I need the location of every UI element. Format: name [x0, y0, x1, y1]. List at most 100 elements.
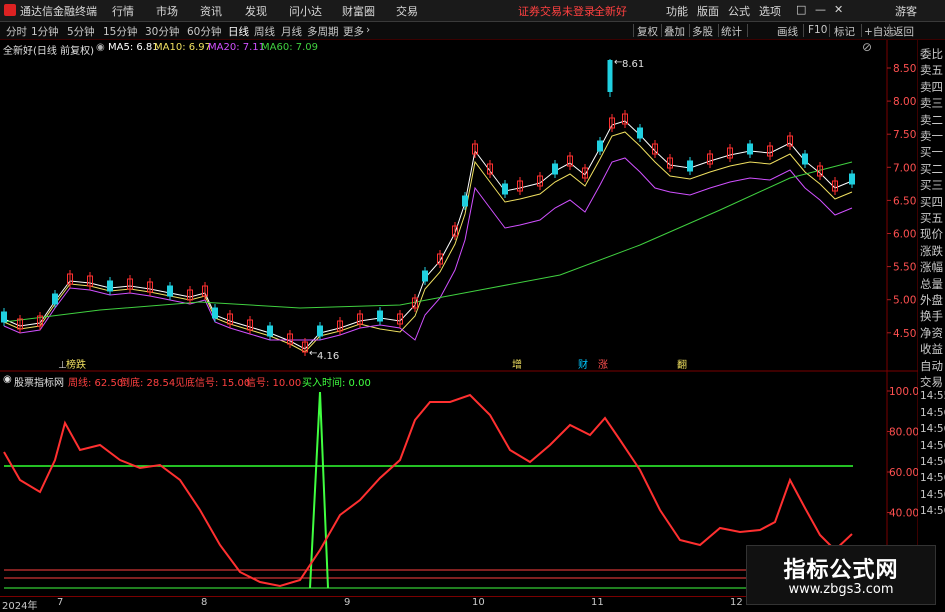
settings-icon[interactable]: ◉ [96, 42, 105, 53]
period-tab-weekly[interactable]: 周线 [254, 24, 275, 39]
ma60-label: MA60: 7.09 [261, 42, 319, 53]
indicator-buy-time: 买入时间: 0.00 [302, 378, 371, 389]
marker-finance[interactable]: 财 [578, 358, 588, 371]
right-col-item[interactable]: 14:56 [920, 489, 945, 501]
date-month-9: 9 [344, 597, 351, 608]
menu-options[interactable]: 选项 [759, 3, 781, 19]
price-axis-label: 7.50 [893, 129, 916, 141]
indicator-buy-spike [309, 391, 329, 589]
btn-overlay[interactable]: 叠加 [664, 24, 685, 39]
candle-body [462, 195, 468, 207]
indicator-signal: 信号: 10.00 [246, 378, 302, 389]
marker-rise[interactable]: 涨 [598, 359, 608, 371]
marker-increase[interactable]: 增 [512, 358, 522, 371]
right-col-item[interactable]: 买五 [920, 210, 943, 226]
right-col-item[interactable]: 14:56 [920, 505, 945, 517]
kline-chart[interactable]: 8.50 8.00 7.50 7.00 6.50 6.00 5.50 5.00 4.50 100… [0, 40, 918, 596]
right-col-item[interactable]: 14:56 [920, 407, 945, 419]
right-col-item[interactable]: 现价 [920, 226, 943, 242]
right-col-item[interactable]: 收益 [920, 341, 943, 357]
price-axis-label: 8.50 [893, 63, 916, 75]
toolbar-divider [803, 24, 804, 37]
candle-body [1, 311, 7, 323]
guest-label[interactable]: 游客 [895, 3, 917, 19]
menu-item-market[interactable]: 市场 [156, 3, 178, 19]
right-col-item[interactable]: 14:56 [920, 472, 945, 484]
right-col-item[interactable]: 涨幅 [920, 259, 943, 275]
btn-adjust[interactable]: 复权 [637, 24, 658, 39]
btn-back[interactable]: 返回 [893, 24, 914, 39]
login-status[interactable]: 证券交易未登录 [518, 3, 595, 19]
period-tab-multi[interactable]: 多周期 [307, 24, 339, 39]
right-col-item[interactable]: 涨跌 [920, 243, 943, 259]
period-tab-30min[interactable]: 30分钟 [145, 24, 179, 39]
indicator-settings-icon[interactable]: ◉ [3, 374, 12, 385]
right-col-item[interactable]: 14:56 [920, 440, 945, 452]
right-col-item[interactable]: 买三 [920, 177, 943, 193]
collapse-icon[interactable]: ⊘ [862, 40, 872, 54]
candle-body [267, 325, 273, 337]
period-tab-60min[interactable]: 60分钟 [187, 24, 221, 39]
marker-flip[interactable]: 翻 [677, 359, 687, 371]
menu-item-quotes[interactable]: 行情 [112, 3, 134, 19]
candle-body [317, 325, 323, 337]
menu-item-wealth[interactable]: 财富圈 [342, 3, 375, 19]
menu-layout[interactable]: 版面 [697, 3, 719, 19]
price-panel-title: 全新好(日线 前复权) [3, 46, 94, 57]
indicator-bottom-signal: 见底信号: 15.00 [175, 378, 251, 389]
minimize-icon[interactable]: — [815, 3, 826, 16]
restore-icon[interactable]: □ [796, 3, 806, 16]
right-col-item[interactable]: 换手 [920, 308, 943, 324]
marker-rank-drop[interactable]: 榜跌 [66, 358, 86, 371]
chevron-right-icon[interactable]: › [366, 24, 370, 36]
price-axis-label: 6.00 [893, 229, 916, 241]
ma5-label: MA5: 6.81 [108, 42, 159, 53]
right-col-item[interactable]: 买四 [920, 194, 943, 210]
period-tab-timeshare[interactable]: 分时 [6, 24, 27, 39]
btn-f10[interactable]: F10 [808, 24, 827, 36]
right-col-item[interactable]: 卖四 [920, 79, 943, 95]
right-col-item[interactable]: 卖五 [920, 62, 943, 78]
period-tab-daily[interactable]: 日线 [228, 24, 249, 39]
right-col-item[interactable]: 外盘 [920, 292, 943, 308]
watermark-url: www.zbgs3.com [788, 582, 894, 597]
ma5-line [3, 120, 853, 350]
menu-function[interactable]: 功能 [666, 3, 688, 19]
right-col-item[interactable]: 14:56 [920, 456, 945, 468]
period-tab-15min[interactable]: 15分钟 [103, 24, 137, 39]
btn-draw[interactable]: 画线 [777, 24, 798, 39]
right-col-item[interactable]: 总量 [920, 276, 943, 292]
right-col-item[interactable]: 14:55 [920, 390, 945, 402]
btn-stats[interactable]: 统计 [721, 24, 742, 39]
right-col-item[interactable]: 卖一 [920, 128, 943, 144]
right-col-item[interactable]: 交易 [920, 374, 943, 390]
period-tab-monthly[interactable]: 月线 [281, 24, 302, 39]
period-tab-1min[interactable]: 1分钟 [31, 24, 59, 39]
low-price-label: 4.16 [317, 351, 339, 362]
right-col-item[interactable]: 卖三 [920, 95, 943, 111]
right-col-item[interactable]: 净资 [920, 325, 943, 341]
indicator-title: 股票指标网 [14, 378, 64, 389]
close-icon[interactable]: ✕ [834, 3, 843, 16]
price-axis-label: 4.50 [893, 328, 916, 340]
candle-body [107, 280, 113, 292]
toolbar-divider [829, 24, 830, 37]
candle-body [597, 140, 603, 152]
menu-item-news[interactable]: 资讯 [200, 3, 222, 19]
right-col-item[interactable]: 买一 [920, 144, 943, 160]
btn-multi-stock[interactable]: 多股 [692, 24, 713, 39]
period-tab-more[interactable]: 更多 [343, 24, 364, 39]
right-col-item[interactable]: 卖二 [920, 112, 943, 128]
btn-mark[interactable]: 标记 [834, 24, 855, 39]
menu-item-ask[interactable]: 问小达 [289, 3, 322, 19]
period-tab-5min[interactable]: 5分钟 [67, 24, 95, 39]
right-col-item[interactable]: 14:56 [920, 423, 945, 435]
right-col-item[interactable]: 自动 [920, 358, 943, 374]
indicator-weekly: 周线: 62.50 [68, 378, 124, 389]
right-col-item[interactable]: 委比 [920, 46, 943, 62]
menu-item-trade[interactable]: 交易 [396, 3, 418, 19]
menu-item-discover[interactable]: 发现 [245, 3, 267, 19]
right-col-item[interactable]: 买二 [920, 161, 943, 177]
menu-formula[interactable]: 公式 [728, 3, 750, 19]
price-axis: 8.50 8.00 7.50 7.00 6.50 6.00 5.50 5.00 4.50 [887, 63, 916, 340]
